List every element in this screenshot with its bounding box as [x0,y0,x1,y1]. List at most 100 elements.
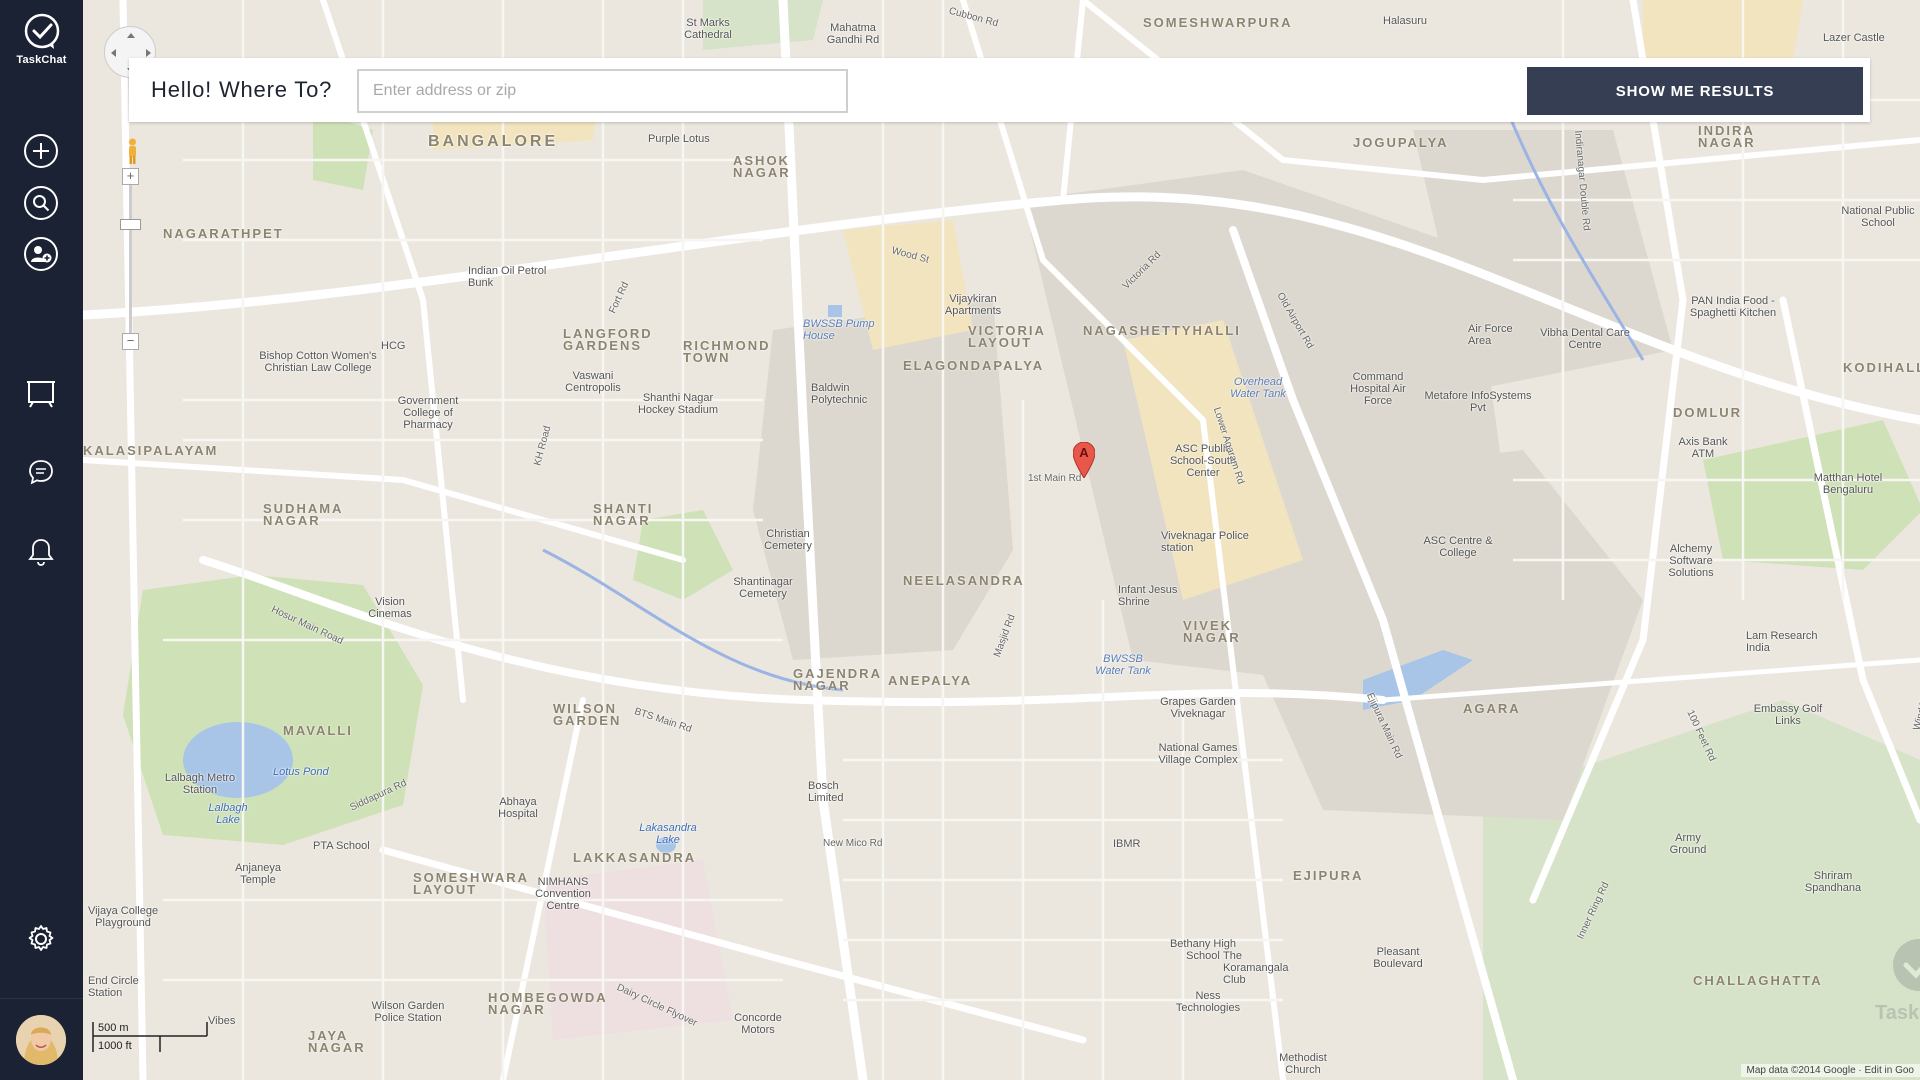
area-label: NAGASHETTYHALLI [1083,323,1241,338]
map-canvas[interactable]: BANGALORE ASHOK NAGAR NAGARATHPET LANGFO… [83,0,1920,1080]
place-label: Overhead Water Tank [1230,376,1286,400]
area-label: SHANTI NAGAR [593,501,654,528]
area-label: BANGALORE [428,133,559,150]
place-label: Army Ground [1669,832,1707,856]
board-icon [27,381,55,408]
area-label: KALASIPALAYAM [83,443,219,458]
place-label: Halasuru [1383,15,1428,27]
area-label: ELAGONDAPALYA [903,358,1045,373]
place-label: Mahatma Gandhi Rd [826,22,880,46]
area-label: CHALLAGHATTA [1693,973,1823,988]
plus-circle-icon [24,134,58,168]
place-label: PAN India Food - Spaghetti Kitchen [1689,295,1777,319]
scale-imperial: 1000 ft [98,1040,132,1052]
street-view-pegman[interactable] [126,138,139,164]
place-label: Shantinagar Cemetery [733,576,793,600]
search-button[interactable] [22,184,60,222]
map-attribution[interactable]: Map data ©2014 Google · Edit in Goo [1740,1064,1920,1077]
app-name: TaskChat [16,54,67,66]
area-label: GAJENDRA NAGAR [793,666,882,693]
area-label: NAGARATHPET [163,226,284,241]
place-label: St Marks Cathedral [684,17,732,41]
area-label: SOMESHWARPURA [1143,15,1293,30]
chat-button[interactable] [22,453,60,491]
notifications-button[interactable] [22,533,60,571]
place-label: Alchemy Software Solutions [1668,543,1714,579]
place-label: Ness Technologies [1175,990,1241,1014]
add-user-button[interactable] [22,235,60,273]
place-label: Government College of Pharmacy [397,395,459,431]
search-icon [24,186,58,220]
place-label: ASC Centre & College [1423,535,1493,559]
place-label: End Circle Station [88,975,139,999]
area-label: ANEPALYA [888,673,973,688]
zoom-slider-track[interactable] [129,170,132,345]
area-label: LANGFORD GARDENS [563,326,653,353]
minus-icon: − [126,333,135,348]
place-label: Shriram Spandhana [1804,870,1862,894]
add-user-icon [24,237,58,271]
taskchat-watermark: TaskChat [1875,935,1920,1025]
place-label: BWSSB Water Tank [1095,653,1151,677]
scale-metric: 500 m [98,1022,129,1034]
place-label: Matthan Hotel Bengaluru [1813,472,1883,496]
area-label: ASHOK NAGAR [733,153,791,180]
settings-button[interactable] [22,920,60,958]
zoom-in-button[interactable]: + [122,168,139,185]
new-task-button[interactable] [22,132,60,170]
location-marker[interactable]: A [1072,441,1096,479]
place-label: Lalbagh Metro Station [164,772,236,796]
place-label: Metafore InfoSystems Pvt [1424,390,1532,414]
area-label: RICHMOND TOWN [683,338,771,365]
place-label: Anjaneya Temple [235,862,281,886]
app-logo[interactable]: TaskChat [0,12,83,66]
area-label: JAYA NAGAR [308,1028,366,1055]
pegman-icon [129,138,136,164]
place-label: The Koramangala Club [1223,950,1289,986]
place-label: National Public School [1841,205,1915,229]
area-label: HOMBEGOWDA NAGAR [488,990,608,1017]
chat-icon [29,460,53,485]
area-label: JOGUPALYA [1353,135,1449,150]
bell-icon [28,539,54,566]
area-label: VICTORIA LAYOUT [968,323,1046,350]
area-label: KODIHALLI [1843,360,1920,375]
place-label: Bishop Cotton Women's Christian Law Coll… [259,350,377,374]
place-label: Vision Cinemas [368,596,412,620]
place-label: Vibes [208,1015,236,1027]
area-label: AGARA [1463,701,1521,716]
place-label: Vibha Dental Care Centre [1540,327,1630,351]
place-label: Concorde Motors [734,1012,782,1036]
place-label: Lakasandra Lake [639,822,697,846]
area-label: MAVALLI [283,723,353,738]
place-label: Indian Oil Petrol Bunk [468,265,547,289]
show-results-button[interactable]: SHOW ME RESULTS [1527,67,1863,115]
place-label: Wilson Garden Police Station [371,1000,445,1024]
road-label: New Mico Rd [823,838,883,849]
area-label: VIVEK NAGAR [1183,618,1241,645]
area-label: WILSON GARDEN [553,701,622,728]
place-label: Infant Jesus Shrine [1118,584,1178,608]
marker-label: A [1079,445,1089,460]
gear-icon [28,925,54,951]
board-button[interactable] [22,373,60,411]
sidebar: TaskChat [0,0,83,1080]
place-label: Viveknagar Police station [1161,530,1249,554]
place-label: Axis Bank ATM [1678,436,1728,460]
place-label: Lam Research India [1746,630,1818,654]
zoom-slider-handle[interactable] [120,219,141,230]
place-label: Lazer Castle [1823,32,1885,44]
place-label: BWSSB Pump House [803,318,875,342]
area-label: SUDHAMA NAGAR [263,501,343,528]
plus-icon: + [126,168,135,183]
search-panel: Hello! Where To? SHOW ME RESULTS [129,58,1870,122]
user-avatar[interactable] [16,1015,66,1065]
place-label: Bosch Limited [808,780,844,804]
place-label: Lotus Pond [273,766,329,778]
zoom-out-button[interactable]: − [122,333,139,350]
place-label: Shanthi Nagar Hockey Stadium [637,392,719,416]
address-input[interactable] [357,69,848,113]
search-title: Hello! Where To? [151,77,333,102]
place-label: Air Force Area [1468,323,1513,347]
sidebar-divider [0,998,83,999]
